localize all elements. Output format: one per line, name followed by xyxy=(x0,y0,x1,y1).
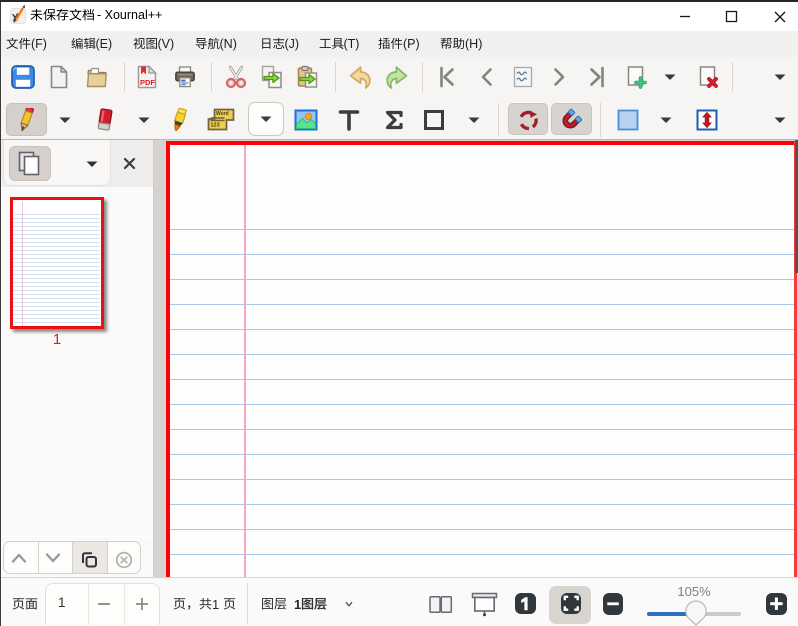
svg-text:123: 123 xyxy=(211,123,220,129)
svg-text:Word: Word xyxy=(216,111,229,117)
svg-text:PDF: PDF xyxy=(140,78,155,87)
